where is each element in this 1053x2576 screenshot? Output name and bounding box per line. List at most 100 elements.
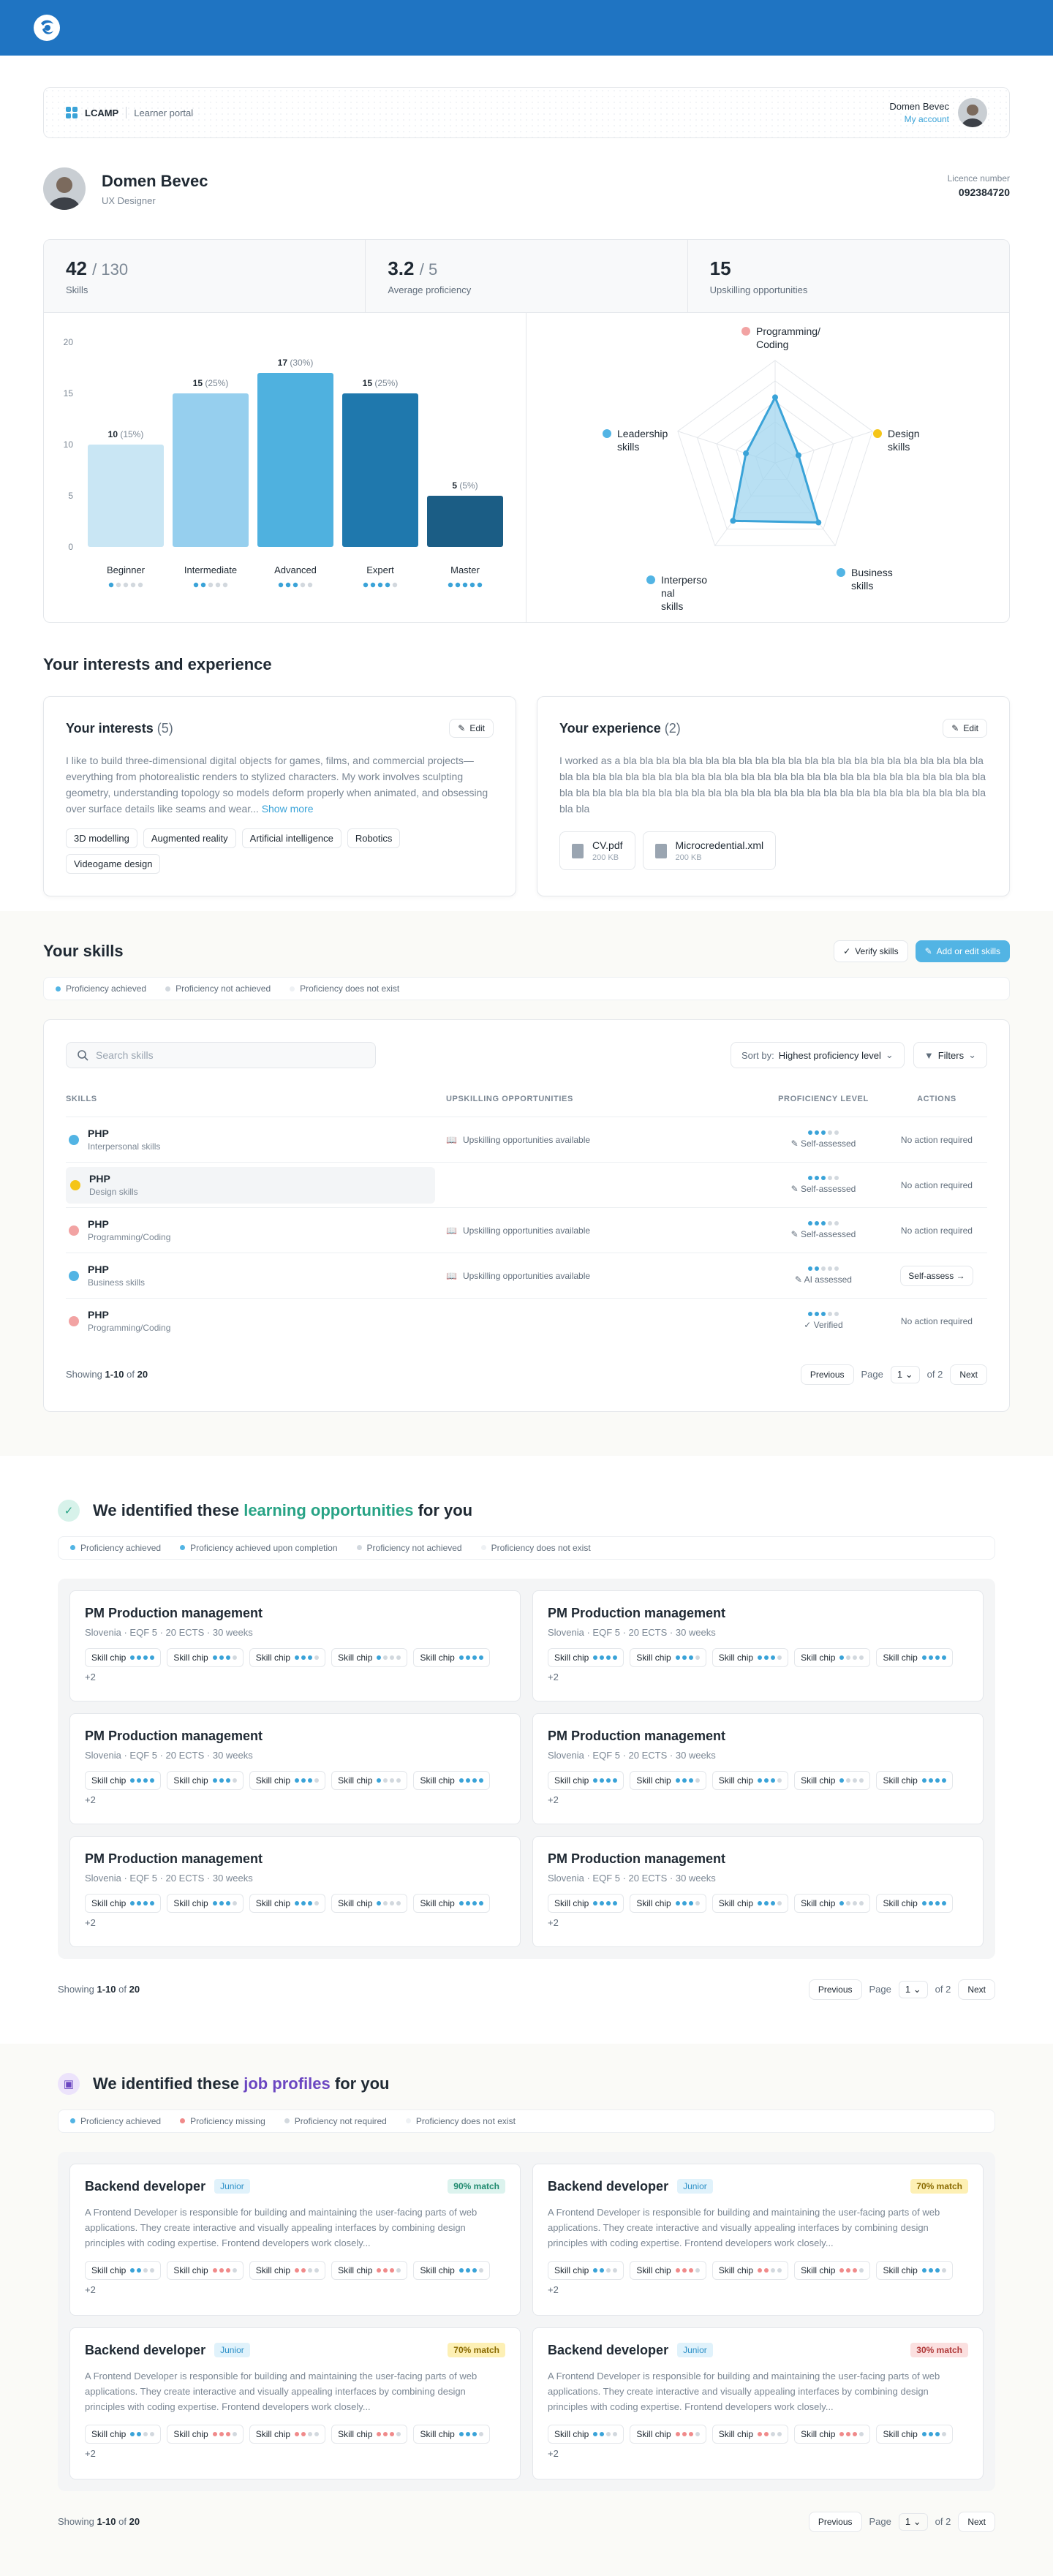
previous-button[interactable]: Previous xyxy=(808,1979,862,2000)
skill-chip[interactable]: Skill chip xyxy=(794,1770,871,1790)
learning-card[interactable]: PM Production management Slovenia · EQF 5… xyxy=(69,1835,521,1947)
skill-chip[interactable]: Skill chip xyxy=(712,2424,789,2444)
file-attachment[interactable]: CV.pdf 200 KB xyxy=(559,831,635,870)
skill-chip[interactable]: Skill chip xyxy=(167,1647,244,1667)
skill-chip[interactable]: Skill chip xyxy=(413,1893,490,1913)
skill-cell[interactable]: PHP Programming/Coding xyxy=(66,1309,446,1333)
skill-chip[interactable]: Skill chip xyxy=(331,1770,408,1790)
account-menu[interactable]: Domen Bevec My account xyxy=(889,98,987,127)
search-input[interactable]: Search skills xyxy=(66,1042,376,1068)
next-button[interactable]: Next xyxy=(950,1364,987,1385)
skill-chip[interactable]: Skill chip xyxy=(712,1893,789,1913)
skill-chip[interactable]: Skill chip xyxy=(331,2260,408,2280)
job-card[interactable]: Backend developer Junior 70% match A Fronte… xyxy=(532,2163,984,2316)
skill-chip[interactable]: Skill chip xyxy=(167,2260,244,2280)
app-logo-icon[interactable] xyxy=(32,13,61,42)
skill-chip[interactable]: Skill chip xyxy=(331,1893,408,1913)
interest-chip[interactable]: Augmented reality xyxy=(143,828,236,848)
skill-chip[interactable]: Skill chip xyxy=(413,2424,490,2444)
skill-chip[interactable]: Skill chip xyxy=(331,1647,408,1667)
self-assess-button[interactable]: Self-assess → xyxy=(900,1265,973,1286)
skill-chip[interactable]: Skill chip xyxy=(630,2260,706,2280)
skill-cell[interactable]: PHP Programming/Coding xyxy=(66,1218,446,1242)
upskilling-link[interactable]: 📖 Upskilling opportunities available xyxy=(446,1225,760,1236)
show-more-link[interactable]: Show more xyxy=(262,803,314,815)
interest-chip[interactable]: Videogame design xyxy=(66,854,161,874)
skill-chip[interactable]: Skill chip xyxy=(249,1770,326,1790)
proficiency-dot xyxy=(219,2267,224,2273)
page-select[interactable]: 1 ⌄ xyxy=(898,1980,928,1998)
skill-chip[interactable]: Skill chip xyxy=(167,2424,244,2444)
skill-chip[interactable]: Skill chip xyxy=(413,1647,490,1667)
page-select[interactable]: 1 ⌄ xyxy=(898,2512,928,2531)
skill-chip[interactable]: Skill chip xyxy=(548,1647,624,1667)
skill-chip[interactable]: Skill chip xyxy=(85,1770,162,1790)
learning-card[interactable]: PM Production management Slovenia · EQF 5… xyxy=(532,1590,984,1701)
next-button[interactable]: Next xyxy=(958,2511,995,2532)
skill-chip[interactable]: Skill chip xyxy=(249,1647,326,1667)
next-button[interactable]: Next xyxy=(958,1979,995,2000)
sort-select[interactable]: Sort by: Highest proficiency level ⌄ xyxy=(730,1042,905,1068)
interest-chip[interactable]: Artificial intelligence xyxy=(241,828,341,848)
skill-chip[interactable]: Skill chip xyxy=(85,1893,162,1913)
learning-card[interactable]: PM Production management Slovenia · EQF 5… xyxy=(69,1712,521,1824)
edit-interests-button[interactable]: ✎ Edit xyxy=(449,719,494,738)
skill-chip[interactable]: Skill chip xyxy=(876,1770,953,1790)
skill-chip[interactable]: Skill chip xyxy=(167,1893,244,1913)
skill-chip[interactable]: Skill chip xyxy=(249,2260,326,2280)
more-chips: +2 xyxy=(85,1671,96,1682)
my-account-link[interactable]: My account xyxy=(889,114,949,124)
page-select[interactable]: 1 ⌄ xyxy=(890,1365,920,1383)
skill-chip[interactable]: Skill chip xyxy=(876,2424,953,2444)
skill-chip[interactable]: Skill chip xyxy=(85,1647,162,1667)
skill-chip[interactable]: Skill chip xyxy=(794,1893,871,1913)
skill-chip[interactable]: Skill chip xyxy=(630,1770,706,1790)
verify-skills-button[interactable]: ✓ Verify skills xyxy=(834,940,908,962)
edit-experience-button[interactable]: ✎ Edit xyxy=(943,719,987,738)
skill-chip[interactable]: Skill chip xyxy=(548,2424,624,2444)
skill-chip[interactable]: Skill chip xyxy=(85,2424,162,2444)
skill-chip[interactable]: Skill chip xyxy=(876,1647,953,1667)
skill-chip[interactable]: Skill chip xyxy=(548,1770,624,1790)
learning-card[interactable]: PM Production management Slovenia · EQF 5… xyxy=(532,1835,984,1947)
skill-chip[interactable]: Skill chip xyxy=(712,1770,789,1790)
skill-cell[interactable]: PHP Design skills xyxy=(66,1166,435,1204)
skill-cell[interactable]: PHP Business skills xyxy=(66,1264,446,1288)
previous-button[interactable]: Previous xyxy=(808,2511,862,2532)
job-card[interactable]: Backend developer Junior 30% match A Fronte… xyxy=(532,2327,984,2479)
learning-card[interactable]: PM Production management Slovenia · EQF 5… xyxy=(69,1590,521,1701)
previous-button[interactable]: Previous xyxy=(800,1364,854,1385)
upskilling-link[interactable]: 📖 Upskilling opportunities available xyxy=(446,1271,760,1281)
skill-chip[interactable]: Skill chip xyxy=(794,2424,871,2444)
job-card[interactable]: Backend developer Junior 90% match A Fronte… xyxy=(69,2163,521,2316)
skill-chip[interactable]: Skill chip xyxy=(331,2424,408,2444)
brand[interactable]: LCAMP Learner portal xyxy=(66,107,193,118)
skill-chip[interactable]: Skill chip xyxy=(413,1770,490,1790)
skill-chip[interactable]: Skill chip xyxy=(630,1647,706,1667)
skill-chip[interactable]: Skill chip xyxy=(630,1893,706,1913)
add-edit-skills-button[interactable]: ✎ Add or edit skills xyxy=(915,940,1010,962)
skill-cell[interactable]: PHP Interpersonal skills xyxy=(66,1128,446,1152)
skill-chip[interactable]: Skill chip xyxy=(413,2260,490,2280)
skill-chip[interactable]: Skill chip xyxy=(876,2260,953,2280)
skill-chip[interactable]: Skill chip xyxy=(249,2424,326,2444)
skill-chip[interactable]: Skill chip xyxy=(794,1647,871,1667)
skill-chip[interactable]: Skill chip xyxy=(85,2260,162,2280)
job-card[interactable]: Backend developer Junior 70% match A Fronte… xyxy=(69,2327,521,2479)
learning-card[interactable]: PM Production management Slovenia · EQF 5… xyxy=(532,1712,984,1824)
skill-chip[interactable]: Skill chip xyxy=(712,2260,789,2280)
skill-chip[interactable]: Skill chip xyxy=(167,1770,244,1790)
skill-chip[interactable]: Skill chip xyxy=(548,1893,624,1913)
interest-chip[interactable]: 3D modelling xyxy=(66,828,137,848)
avatar[interactable] xyxy=(958,98,987,127)
upskilling-link[interactable]: 📖 Upskilling opportunities available xyxy=(446,1135,760,1145)
skill-chip[interactable]: Skill chip xyxy=(249,1893,326,1913)
skill-chip[interactable]: Skill chip xyxy=(876,1893,953,1913)
interest-chip[interactable]: Robotics xyxy=(347,828,401,848)
skill-chip[interactable]: Skill chip xyxy=(630,2424,706,2444)
skill-chip[interactable]: Skill chip xyxy=(548,2260,624,2280)
skill-chip[interactable]: Skill chip xyxy=(794,2260,871,2280)
skill-chip[interactable]: Skill chip xyxy=(712,1647,789,1667)
filters-button[interactable]: ▼ Filters ⌄ xyxy=(913,1042,987,1068)
file-attachment[interactable]: Microcredential.xml 200 KB xyxy=(642,831,777,870)
